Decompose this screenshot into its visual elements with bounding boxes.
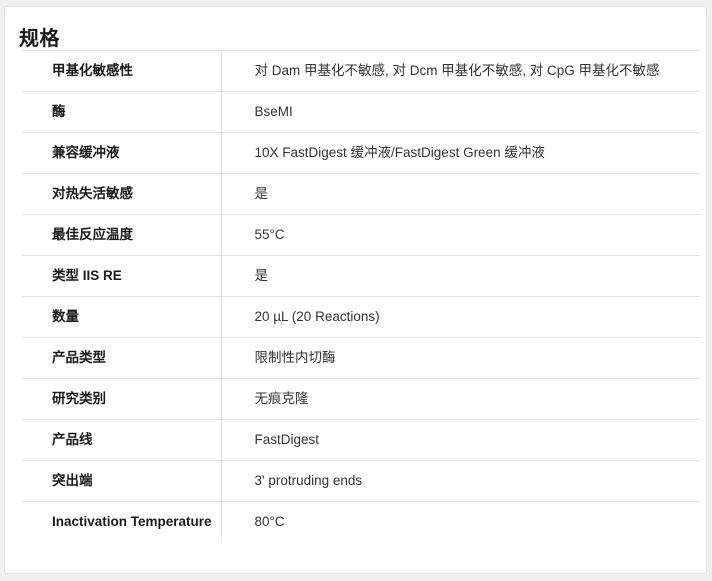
table-row: 研究类别 无痕克隆 xyxy=(22,378,700,420)
spec-label-inactivation-temperature: Inactivation Temperature xyxy=(22,501,222,543)
spec-value-methylation-sensitivity: 对 Dam 甲基化不敏感, 对 Dcm 甲基化不敏感, 对 CpG 甲基化不敏感 xyxy=(221,50,700,92)
spec-value-heat-inactivation: 是 xyxy=(221,173,700,215)
spec-label-optimal-temperature: 最佳反应温度 xyxy=(22,214,222,256)
spec-value-optimal-temperature: 55°C xyxy=(221,214,700,256)
table-row: 酶 BseMI xyxy=(22,91,700,133)
table-row: 产品类型 限制性内切酶 xyxy=(22,337,700,379)
table-row: 数量 20 µL (20 Reactions) xyxy=(22,296,700,338)
spec-value-compatible-buffer: 10X FastDigest 缓冲液/FastDigest Green 缓冲液 xyxy=(221,132,700,174)
spec-value-research-category: 无痕克隆 xyxy=(221,378,700,420)
table-row: 兼容缓冲液 10X FastDigest 缓冲液/FastDigest Gree… xyxy=(22,132,700,174)
spec-value-quantity: 20 µL (20 Reactions) xyxy=(221,296,700,338)
spec-value-inactivation-temperature: 80°C xyxy=(221,501,700,543)
specifications-table: 甲基化敏感性 对 Dam 甲基化不敏感, 对 Dcm 甲基化不敏感, 对 CpG… xyxy=(22,50,700,543)
spec-value-type-iis: 是 xyxy=(221,255,700,297)
spec-label-product-type: 产品类型 xyxy=(22,337,222,379)
table-row: 产品线 FastDigest xyxy=(22,419,700,461)
spec-value-enzyme: BseMI xyxy=(221,91,700,133)
table-row: 突出端 3' protruding ends xyxy=(22,460,700,502)
table-row: 类型 IIS RE 是 xyxy=(22,255,700,297)
spec-label-methylation-sensitivity: 甲基化敏感性 xyxy=(22,50,222,92)
spec-value-product-line: FastDigest xyxy=(221,419,700,461)
spec-label-enzyme: 酶 xyxy=(22,91,222,133)
table-row: 对热失活敏感 是 xyxy=(22,173,700,215)
spec-label-quantity: 数量 xyxy=(22,296,222,338)
spec-value-overhang: 3' protruding ends xyxy=(221,460,700,502)
spec-label-product-line: 产品线 xyxy=(22,419,222,461)
table-row: Inactivation Temperature 80°C xyxy=(22,501,700,543)
spec-label-heat-inactivation: 对热失活敏感 xyxy=(22,173,222,215)
spec-label-type-iis: 类型 IIS RE xyxy=(22,255,222,297)
table-row: 甲基化敏感性 对 Dam 甲基化不敏感, 对 Dcm 甲基化不敏感, 对 CpG… xyxy=(22,50,700,92)
spec-label-overhang: 突出端 xyxy=(22,460,222,502)
spec-label-compatible-buffer: 兼容缓冲液 xyxy=(22,132,222,174)
spec-value-product-type: 限制性内切酶 xyxy=(221,337,700,379)
section-title: 规格 xyxy=(19,28,60,50)
spec-label-research-category: 研究类别 xyxy=(22,378,222,420)
specifications-card: 规格 甲基化敏感性 对 Dam 甲基化不敏感, 对 Dcm 甲基化不敏感, 对 … xyxy=(4,6,707,574)
table-row: 最佳反应温度 55°C xyxy=(22,214,700,256)
